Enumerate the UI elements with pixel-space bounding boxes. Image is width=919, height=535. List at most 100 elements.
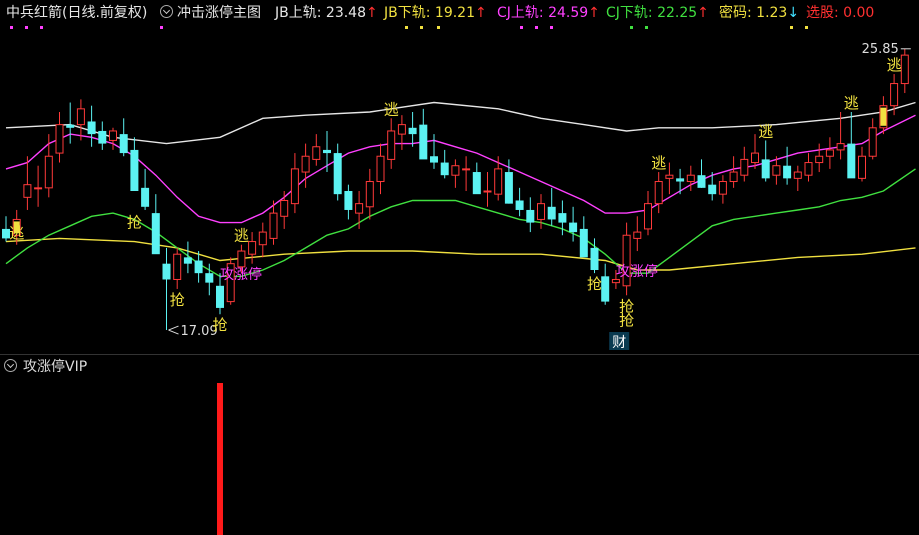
candle-body xyxy=(633,231,642,239)
candle-body xyxy=(558,213,567,223)
candle-body xyxy=(355,203,364,214)
header-dot xyxy=(630,26,633,29)
candle xyxy=(430,134,438,169)
candle xyxy=(194,251,203,283)
indicator-name[interactable]: 冲击涨停主图 xyxy=(177,0,261,26)
candle-body xyxy=(504,172,513,204)
indicator-header: 中兵红箭(日线.前复权) 冲击涨停主图 JB上轨: 23.48↑ JB下轨: 1… xyxy=(0,0,919,26)
candle xyxy=(119,118,128,157)
candle-body xyxy=(141,187,150,207)
candle xyxy=(162,247,171,331)
candle-body xyxy=(44,155,53,189)
candle xyxy=(451,159,460,188)
candle xyxy=(729,156,738,188)
candle-body xyxy=(579,228,588,258)
candle xyxy=(515,187,524,217)
header-dot xyxy=(40,26,43,29)
jb-upper-line xyxy=(5,101,916,145)
candle xyxy=(98,121,107,150)
indicator-dropdown-icon[interactable] xyxy=(160,0,173,26)
sub-indicator-chart[interactable] xyxy=(0,378,919,535)
signal-label: 逃 xyxy=(758,122,773,140)
candle-body xyxy=(109,130,117,141)
candle-body xyxy=(365,181,374,208)
candle xyxy=(676,168,685,195)
candle xyxy=(333,143,342,201)
sub-panel-title[interactable]: 攻涨停VIP xyxy=(23,359,87,375)
candle-body xyxy=(451,165,460,176)
candle xyxy=(900,48,909,94)
header-dot xyxy=(420,26,423,29)
candle xyxy=(290,153,299,214)
candle-body xyxy=(601,276,610,302)
candle xyxy=(858,146,866,182)
header-dot xyxy=(805,26,808,29)
candle-body xyxy=(569,222,578,233)
stock-title[interactable]: 中兵红箭(日线.前复权) xyxy=(6,0,147,26)
header-dot xyxy=(535,26,538,29)
candle-body xyxy=(430,156,438,163)
jb-upper-readout: JB上轨: 23.48↑ xyxy=(275,5,378,21)
candle xyxy=(793,165,802,191)
candle xyxy=(654,172,663,214)
header-dot xyxy=(10,26,13,29)
candle xyxy=(248,232,257,264)
candle xyxy=(622,222,631,296)
candle-body xyxy=(216,285,224,308)
candle-body xyxy=(729,171,738,183)
candle xyxy=(365,168,374,220)
candlestick-chart[interactable]: 25.8517.09逃抢抢抢逃逃抢抢抢逃逃逃逃攻涨停 攻涨停财 xyxy=(0,30,919,352)
candle xyxy=(173,247,182,289)
candle-body xyxy=(376,155,385,183)
candle xyxy=(526,197,535,233)
header-dot xyxy=(405,26,408,29)
candle-body xyxy=(740,158,749,176)
candle xyxy=(280,191,289,229)
sub-bar xyxy=(217,383,223,535)
candle-body xyxy=(697,175,706,188)
candle-body xyxy=(87,121,96,135)
panel-divider[interactable] xyxy=(0,354,919,355)
signal-label: 抢 xyxy=(212,316,227,334)
candle xyxy=(109,127,117,150)
yellow-marker xyxy=(880,107,887,126)
candle xyxy=(87,105,96,147)
candle-body xyxy=(676,178,685,182)
candle-body xyxy=(515,200,524,210)
candle xyxy=(815,143,824,173)
candle-body xyxy=(494,168,503,195)
zhangting-label: 攻涨停 xyxy=(616,263,658,280)
candle-body xyxy=(772,165,781,176)
candle-body xyxy=(301,155,310,173)
candle-body xyxy=(387,130,396,160)
sub-panel-toggle-icon[interactable] xyxy=(4,357,17,377)
candle-body xyxy=(815,155,824,164)
candle-body xyxy=(718,181,727,195)
candle-body xyxy=(825,149,834,157)
candle-body xyxy=(847,143,856,179)
candle xyxy=(23,156,32,210)
signal-label: 抢 xyxy=(619,311,634,329)
candle xyxy=(376,143,385,195)
mima-readout: 密码: 1.23↓ xyxy=(719,5,800,21)
candle xyxy=(569,206,578,242)
candle xyxy=(472,162,481,195)
candle xyxy=(55,112,64,163)
candle xyxy=(44,134,53,198)
candle-body xyxy=(248,241,257,255)
candle-body xyxy=(526,209,535,223)
header-dot xyxy=(437,26,440,29)
header-dot xyxy=(25,26,28,29)
candle-body xyxy=(462,168,471,171)
candle-body xyxy=(483,190,492,193)
candle-body xyxy=(66,124,75,128)
candle-body xyxy=(183,257,192,264)
candle-body xyxy=(751,152,759,164)
candle-body xyxy=(312,146,321,160)
signal-label: 逃 xyxy=(844,94,859,112)
candle-body xyxy=(23,184,32,198)
candle xyxy=(547,187,556,226)
candle-body xyxy=(130,149,139,191)
signal-label: 抢 xyxy=(170,291,185,309)
jb-lower-readout: JB下轨: 19.21↑ xyxy=(384,5,487,21)
